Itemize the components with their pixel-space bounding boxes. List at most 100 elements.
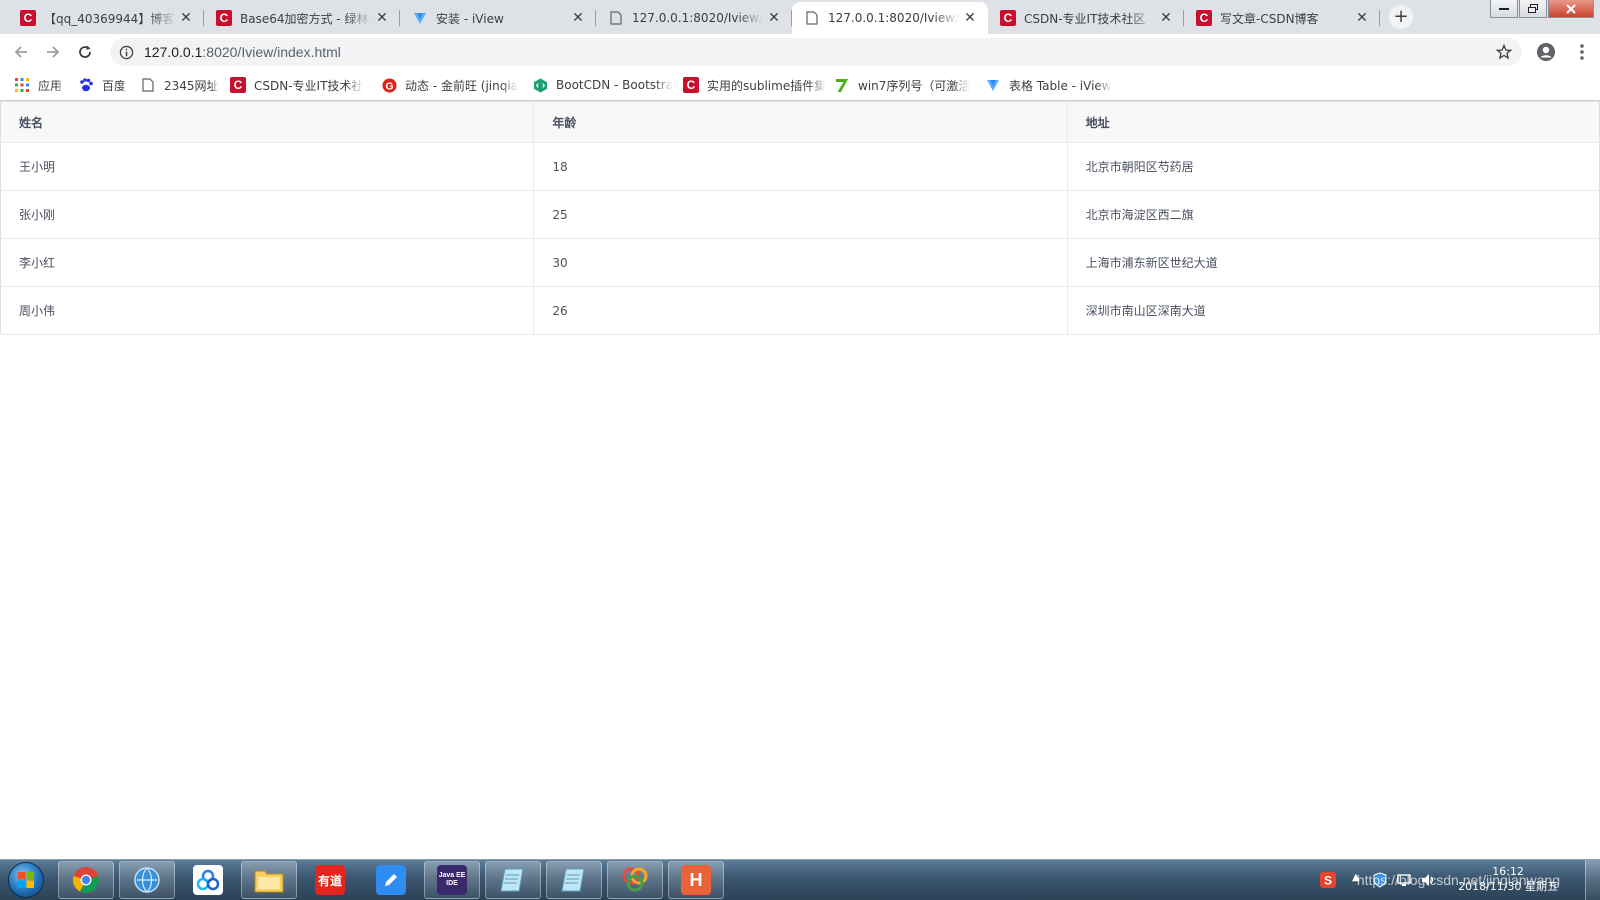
csdn-icon: C [1196,10,1212,26]
taskbar-chrome[interactable] [58,861,114,899]
hbuilder-label: H [689,869,703,890]
taskbar-ie[interactable] [119,861,175,899]
back-button[interactable] [8,39,34,65]
tab-iview-install[interactable]: 安装 - iView ✕ [400,2,596,34]
tab-title: 安装 - iView [436,11,504,26]
minimize-button[interactable] [1490,0,1518,18]
bookmark-label: BootCDN - Bootstra [556,78,674,92]
bookmark-jinqianwang[interactable]: G 动态 - 金前旺 (jinqia [381,76,525,94]
taskbar-java-ee-ide[interactable]: Java EE IDE [424,861,480,899]
tab-csdn-write[interactable]: C 写文章-CSDN博客 ✕ [1184,2,1380,34]
address-bar[interactable]: 127.0.0.1:8020/Iview/index.html [110,38,1522,66]
tab-title: 【qq_40369944】博客 - [44,11,176,26]
cell-name: 张小刚 [0,190,535,239]
sogou-input-icon[interactable]: S [1320,872,1336,888]
system-tray: S ▲ https://blog.csdn.net/jinqianwang 16… [1300,860,1600,900]
new-tab-button[interactable]: + [1389,5,1413,29]
url-host: 127.0.0.1 [144,44,203,60]
chrome-icon [71,865,101,895]
cell-address: 北京市朝阳区芍药居 [1067,142,1600,191]
page-icon [608,10,624,26]
bookmark-apps[interactable]: 应用 [14,76,62,94]
file-explorer-icon [254,865,284,895]
bookmark-bootcdn[interactable]: BootCDN - Bootstra [532,76,680,94]
restore-button[interactable] [1519,0,1547,18]
tab-qq-blog[interactable]: C 【qq_40369944】博客 - ✕ [8,2,204,34]
cell-address: 北京市海淀区西二旗 [1067,190,1600,239]
java-ee-ide-icon: Java EE IDE [437,865,467,895]
data-table: 姓名 年龄 地址 王小明 18 北京市朝阳区芍药居 张小刚 25 北京市海淀区西… [0,101,1600,335]
close-icon[interactable]: ✕ [1158,10,1174,26]
taskbar-notepad-1[interactable] [485,861,541,899]
tray-clock[interactable]: 16:12 2018/11/30 星期五 [1458,864,1558,894]
close-icon[interactable]: ✕ [570,10,586,26]
apps-grid-icon [14,77,30,93]
taskbar-youdao[interactable]: 有道 [302,861,358,899]
close-icon[interactable]: ✕ [1354,10,1370,26]
baidu-netdisk-icon [193,865,223,895]
tab-csdn-home[interactable]: C CSDN-专业IT技术社区 ✕ [988,2,1184,34]
close-icon[interactable]: ✕ [178,10,194,26]
forward-button[interactable] [40,39,66,65]
page-content: 姓名 年龄 地址 王小明 18 北京市朝阳区芍药居 张小刚 25 北京市海淀区西… [0,101,1600,859]
bookmark-win7-serial[interactable]: win7序列号（可激活 [834,76,984,94]
cell-name: 王小明 [0,142,535,191]
cell-name: 周小伟 [0,286,535,335]
taskbar-pen-app[interactable] [363,861,419,899]
taskbar-color-app[interactable] [607,861,663,899]
more-menu-icon[interactable] [1572,42,1592,62]
bookmark-iview-table[interactable]: 表格 Table - iView [985,76,1135,94]
page-icon [804,10,820,26]
csdn-icon: C [230,77,246,93]
hbuilder-icon: H [681,865,711,895]
iview-icon [412,10,428,26]
start-button[interactable] [4,861,48,899]
close-icon[interactable]: ✕ [766,10,782,26]
browser-toolbar: 127.0.0.1:8020/Iview/index.html [0,34,1600,70]
bookmark-sublime-plugins[interactable]: C 实用的sublime插件集 [683,76,833,94]
taskbar-notepad-2[interactable] [546,861,602,899]
bookmark-csdn[interactable]: C CSDN-专业IT技术社 [230,76,370,94]
youdao-icon: 有道 [315,865,345,895]
close-icon[interactable]: ✕ [374,10,390,26]
tab-strip: C 【qq_40369944】博客 - ✕ C Base64加密方式 - 绿林看… [0,0,1600,34]
table-row: 王小明 18 北京市朝阳区芍药居 [0,142,1600,191]
bookmark-star-icon[interactable] [1495,43,1513,60]
tab-localhost-1[interactable]: 127.0.0.1:8020/Iview/in ✕ [596,2,792,34]
profile-avatar-icon[interactable] [1536,42,1556,62]
ie-globe-icon [132,865,162,895]
close-icon[interactable]: ✕ [962,10,978,26]
taskbar-baidu-netdisk[interactable] [180,861,236,899]
csdn-icon: C [683,77,699,93]
taskbar-hbuilder[interactable]: H [668,861,724,899]
csdn-icon: C [216,10,232,26]
window-close-button[interactable] [1548,0,1594,18]
tab-title: 写文章-CSDN博客 [1220,11,1319,26]
tab-base64[interactable]: C Base64加密方式 - 绿林看 ✕ [204,2,400,34]
bookmark-label: win7序列号（可激活 [858,78,971,93]
bookmark-2345[interactable]: 2345网址 [140,76,219,94]
iview-icon [985,77,1001,93]
table-row: 周小伟 26 深圳市南山区深南大道 [0,286,1600,335]
clock-date: 2018/11/30 星期五 [1458,880,1558,893]
windows-logo-icon [8,862,44,898]
url-path: :8020/Iview/index.html [202,44,341,60]
show-desktop-button[interactable] [1585,860,1600,900]
taskbar-file-explorer[interactable] [241,861,297,899]
green-seven-icon [834,77,850,93]
csdn-icon: C [1000,10,1016,26]
bookmark-label: CSDN-专业IT技术社 [254,78,364,93]
cell-age: 18 [533,142,1068,191]
clock-time: 16:12 [1492,865,1524,878]
cell-address: 上海市浦东新区世纪大道 [1067,238,1600,287]
tab-localhost-active[interactable]: 127.0.0.1:8020/Iview/in ✕ [792,2,988,34]
reload-button[interactable] [72,39,98,65]
bookmark-label: 2345网址 [164,78,219,93]
info-icon[interactable] [118,44,134,60]
cell-name: 李小红 [0,238,535,287]
url-text[interactable]: 127.0.0.1:8020/Iview/index.html [144,44,341,60]
bookmark-label: 百度 [102,78,127,93]
color-app-icon [620,865,650,895]
youdao-label: 有道 [317,873,342,888]
bookmark-baidu[interactable]: 百度 [78,76,126,94]
